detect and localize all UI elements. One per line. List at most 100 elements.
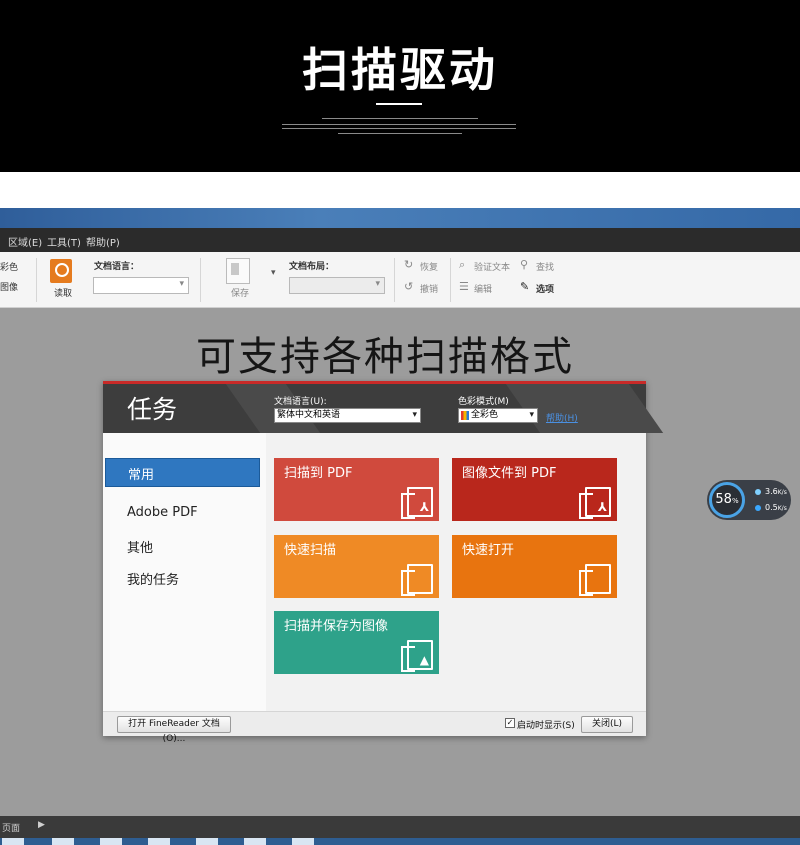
taskbar-button[interactable] [52, 838, 74, 845]
image-doc-icon: ▲ [401, 640, 433, 672]
ribbon-toolbar: 彩色 图像 读取 文档语言： 保存 ▾ 文档布局： ↻ 恢复 ↺ 撤销 ⌕ 验证… [0, 252, 800, 308]
download-speed: 0.5K/s [755, 503, 787, 512]
task-dialog: 任务 文档语言(U): 繁体中文和英语 色彩模式(M) 全彩色 帮助(H) 常用… [103, 381, 664, 744]
ribbon-separator [394, 258, 395, 302]
tile-label: 快速打开 [462, 543, 515, 558]
speed-percent-unit: % [731, 497, 739, 505]
dialog-doc-language-select[interactable]: 繁体中文和英语 [274, 408, 421, 423]
redo-button[interactable]: 恢复 [420, 260, 438, 273]
play-icon[interactable]: ▶ [38, 820, 45, 830]
doc-layout-combo[interactable] [289, 277, 385, 294]
tile-quick-open[interactable]: 快速打开 [452, 535, 617, 598]
read-icon[interactable] [50, 259, 72, 283]
verify-icon[interactable]: ⌕ [459, 258, 465, 272]
startup-checkbox[interactable]: ✓ [505, 718, 515, 728]
taskbar-button[interactable] [244, 838, 266, 845]
tile-image-to-pdf[interactable]: 图像文件到 PDF ⅄ [452, 458, 617, 521]
doc-language-label: 文档语言： [94, 262, 140, 272]
speed-percent: 58 [715, 492, 732, 507]
download-value: 0.5 [765, 503, 778, 512]
page-label[interactable]: 页面 [2, 821, 20, 834]
save-button[interactable]: 保存 [231, 286, 249, 299]
tile-scan-save-image[interactable]: 扫描并保存为图像 ▲ [274, 611, 439, 674]
taskbar-button[interactable] [196, 838, 218, 845]
banner-title: 扫描驱动 [302, 43, 498, 97]
open-finereader-button[interactable]: 打开 FineReader 文档(O)... [117, 716, 231, 744]
upload-value: 3.6 [765, 487, 778, 496]
slogan-heading: 可支持各种扫描格式 [196, 334, 574, 380]
taskbar-button[interactable] [148, 838, 170, 845]
menu-item-tools[interactable]: 工具(T) [47, 234, 81, 249]
dialog-title: 任务 [127, 395, 178, 424]
color-button-label[interactable]: 彩色 [0, 260, 18, 273]
redo-icon[interactable]: ↻ [404, 258, 413, 271]
upload-dot-icon [755, 488, 761, 495]
options-icon[interactable]: ✎ [520, 280, 529, 293]
save-icon[interactable] [226, 258, 250, 284]
banner-small-text-line [282, 124, 516, 125]
download-unit: K/s [777, 505, 787, 512]
dialog-doc-language-label: 文档语言(U): [274, 397, 327, 407]
network-speed-widget[interactable]: 58% 3.6K/s 0.5K/s [707, 480, 791, 520]
download-dot-icon [755, 504, 761, 511]
color-mode-select[interactable]: 全彩色 [458, 408, 538, 423]
window-titlebar [0, 208, 800, 228]
app-screenshot: 区域(E) 工具(T) 帮助(P) 彩色 图像 读取 文档语言： 保存 ▾ 文档… [0, 208, 800, 845]
nav-item-label: 常用 [128, 468, 155, 483]
banner-small-text-line [322, 118, 478, 119]
tile-label: 扫描并保存为图像 [284, 619, 389, 634]
tile-label: 快速扫描 [284, 543, 337, 558]
taskbar-button[interactable] [100, 838, 122, 845]
ribbon-separator [450, 258, 451, 302]
find-button[interactable]: 查找 [536, 260, 554, 273]
banner-divider [376, 103, 422, 105]
menu-item-area[interactable]: 区域(E) [8, 234, 42, 249]
banner-small-text-line [338, 133, 462, 134]
tile-label: 图像文件到 PDF [462, 466, 557, 481]
banner: 扫描驱动 [0, 0, 800, 172]
taskbar-button[interactable] [292, 838, 314, 845]
dialog-header: 任务 文档语言(U): 繁体中文和英语 色彩模式(M) 全彩色 帮助(H) [103, 381, 664, 433]
edit-button[interactable]: 编辑 [474, 282, 492, 295]
pdf-doc-icon: ⅄ [401, 487, 433, 519]
image-button-label[interactable]: 图像 [0, 280, 18, 293]
pdf-doc-icon: ⅄ [579, 487, 611, 519]
tile-scan-to-pdf[interactable]: 扫描到 PDF ⅄ [274, 458, 439, 521]
nav-item-other[interactable]: 其他 [127, 537, 153, 556]
startup-label: 启动时显示(S) [517, 721, 575, 731]
undo-icon[interactable]: ↺ [404, 280, 413, 293]
color-mode-icon [461, 411, 469, 420]
doc-icon [579, 564, 611, 596]
doc-language-combo[interactable] [93, 277, 189, 294]
tile-quick-scan[interactable]: 快速扫描 [274, 535, 439, 598]
taskbar-button[interactable] [2, 838, 24, 845]
menu-item-help[interactable]: 帮助(P) [86, 234, 120, 249]
verify-text-button[interactable]: 验证文本 [474, 260, 510, 273]
doc-icon [401, 564, 433, 596]
color-mode-value: 全彩色 [471, 410, 499, 420]
speed-percent-gauge: 58% [709, 482, 745, 518]
dialog-footer: 打开 FineReader 文档(O)... ✓ 启动时显示(S) 关闭(L) [103, 711, 646, 744]
nav-item-common[interactable]: 常用 [105, 458, 260, 487]
upload-unit: K/s [777, 489, 787, 496]
find-icon[interactable]: ⚲ [520, 258, 528, 271]
undo-button[interactable]: 撤销 [420, 282, 438, 295]
color-mode-label: 色彩模式(M) [458, 397, 509, 407]
menu-bar: 区域(E) 工具(T) 帮助(P) [0, 228, 800, 252]
close-button[interactable]: 关闭(L) [581, 716, 633, 733]
task-nav: 常用 Adobe PDF 其他 我的任务 [103, 433, 266, 711]
edit-icon[interactable]: ☰ [459, 280, 469, 293]
tile-label: 扫描到 PDF [284, 466, 353, 481]
status-bar: 页面 ▶ [0, 816, 800, 838]
nav-item-adobe-pdf[interactable]: Adobe PDF [127, 505, 198, 520]
ribbon-separator [36, 258, 37, 302]
nav-item-my-tasks[interactable]: 我的任务 [127, 569, 179, 588]
upload-speed: 3.6K/s [755, 487, 787, 496]
save-dropdown-arrow[interactable]: ▾ [271, 268, 276, 278]
help-link[interactable]: 帮助(H) [546, 411, 578, 424]
ribbon-separator [200, 258, 201, 302]
read-button[interactable]: 读取 [54, 286, 72, 299]
options-button[interactable]: 选项 [536, 282, 554, 295]
banner-small-text-line [282, 128, 516, 129]
doc-layout-label: 文档布局： [289, 262, 335, 272]
